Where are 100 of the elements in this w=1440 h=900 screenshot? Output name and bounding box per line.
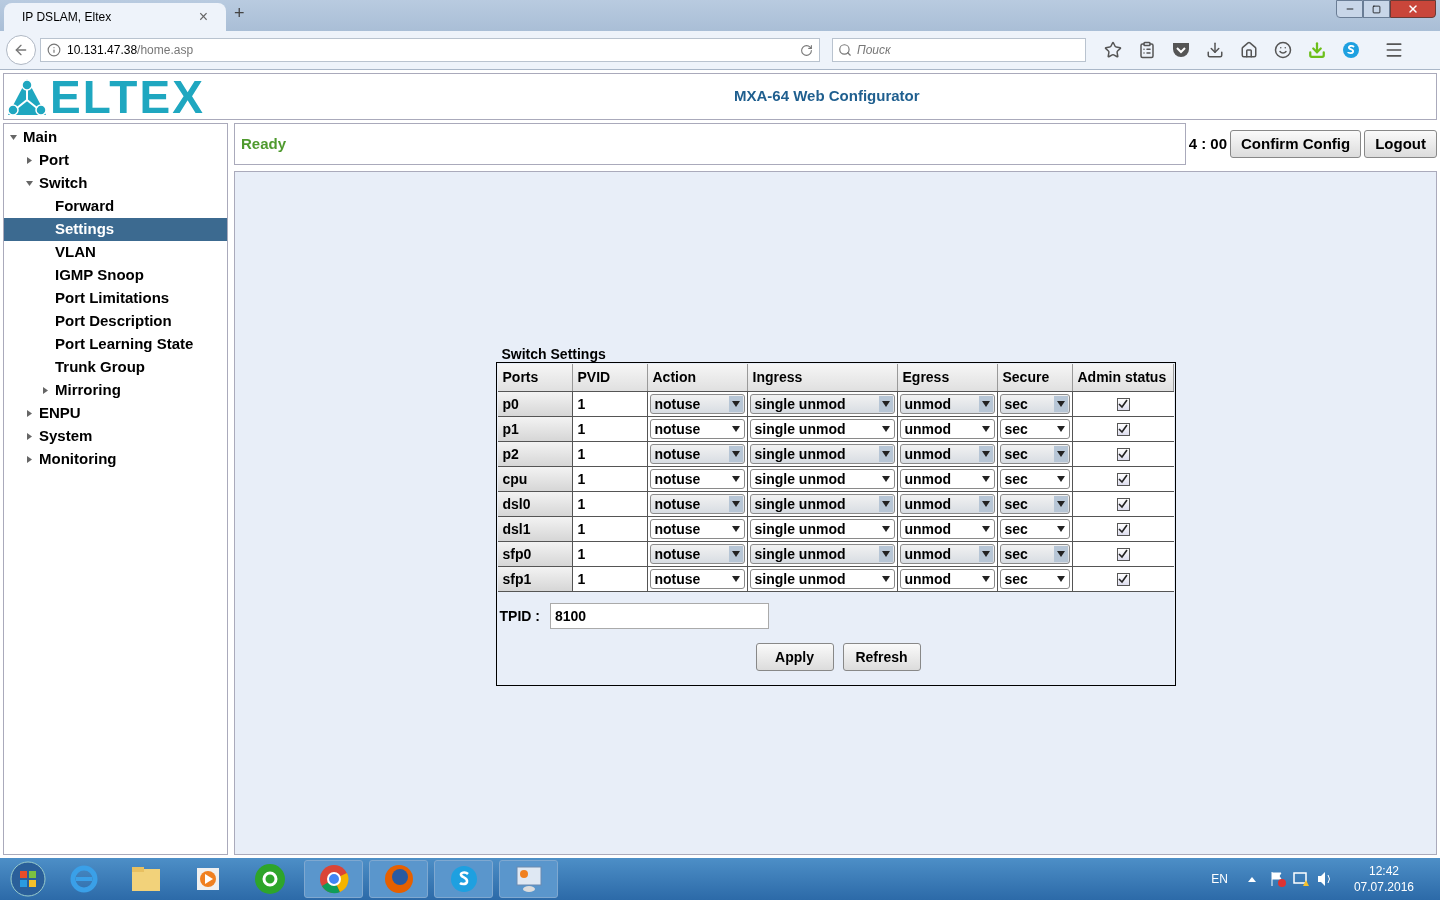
dropdown[interactable]: unmod <box>899 519 995 539</box>
caret-icon <box>978 446 993 462</box>
maximize-button[interactable] <box>1363 0 1390 18</box>
dropdown[interactable]: sec <box>999 519 1070 539</box>
tpid-field[interactable]: 8100 <box>549 603 769 629</box>
browser-tab[interactable]: IP DSLAM, Eltex × <box>4 3 226 31</box>
tree-item[interactable]: Main <box>4 126 227 149</box>
dropdown[interactable]: single unmod <box>749 419 895 439</box>
dropdown[interactable]: single unmod <box>749 494 895 514</box>
skype-icon[interactable] <box>1342 41 1360 59</box>
tree-item[interactable]: Switch <box>4 172 227 195</box>
dropdown[interactable]: unmod <box>899 544 995 564</box>
page-title: MXA-64 Web Configurator <box>734 86 920 107</box>
dropdown[interactable]: single unmod <box>749 544 895 564</box>
admin-status-checkbox[interactable] <box>1116 572 1130 586</box>
collapsed-arrow-icon <box>26 157 33 164</box>
control-panel-icon[interactable] <box>499 860 558 898</box>
network-warning-icon[interactable] <box>1291 871 1310 887</box>
admin-status-checkbox[interactable] <box>1116 472 1130 486</box>
chrome-icon[interactable] <box>304 860 363 898</box>
dropdown[interactable]: unmod <box>899 394 995 414</box>
minimize-button[interactable] <box>1336 0 1363 18</box>
refresh-button[interactable]: Refresh <box>842 643 921 671</box>
dropdown[interactable]: unmod <box>899 469 995 489</box>
dropdown[interactable]: notuse <box>649 419 745 439</box>
dropdown[interactable]: sec <box>999 544 1070 564</box>
dropdown[interactable]: unmod <box>899 419 995 439</box>
home-icon[interactable] <box>1240 41 1258 59</box>
language-indicator[interactable]: EN <box>1211 870 1228 888</box>
new-tab-button[interactable]: + <box>234 0 245 27</box>
admin-status-checkbox[interactable] <box>1116 422 1130 436</box>
close-window-button[interactable] <box>1390 0 1436 18</box>
tree-item[interactable]: Settings <box>4 218 227 241</box>
tree-item[interactable]: VLAN <box>4 241 227 264</box>
dropdown[interactable]: notuse <box>649 469 745 489</box>
close-tab-button[interactable]: × <box>198 5 208 29</box>
reading-list-icon[interactable] <box>1138 41 1156 59</box>
dropdown[interactable]: notuse <box>649 444 745 464</box>
dropdown[interactable]: unmod <box>899 444 995 464</box>
dropdown[interactable]: single unmod <box>749 569 895 589</box>
tree-item[interactable]: Forward <box>4 195 227 218</box>
column-header: Secure <box>997 364 1073 391</box>
dropdown[interactable]: sec <box>999 419 1070 439</box>
column-header: Ingress <box>747 364 898 391</box>
apply-button[interactable]: Apply <box>755 643 834 671</box>
dropdown[interactable]: sec <box>999 394 1070 414</box>
caret-icon <box>878 446 893 462</box>
dropdown[interactable]: unmod <box>899 494 995 514</box>
dropdown[interactable]: notuse <box>649 394 745 414</box>
dropdown[interactable]: single unmod <box>749 519 895 539</box>
dropdown[interactable]: notuse <box>649 519 745 539</box>
confirm-config-button[interactable]: Confirm Config <box>1230 130 1362 158</box>
bookmark-star-icon[interactable] <box>1104 41 1122 59</box>
dropdown[interactable]: sec <box>999 444 1070 464</box>
back-button[interactable] <box>6 35 36 65</box>
dropdown[interactable]: notuse <box>649 544 745 564</box>
tree-item[interactable]: Mirroring <box>4 379 227 402</box>
dropdown[interactable]: single unmod <box>749 469 895 489</box>
dropdown[interactable]: single unmod <box>749 394 895 414</box>
tree-item[interactable]: Trunk Group <box>4 356 227 379</box>
dropdown[interactable]: notuse <box>649 494 745 514</box>
pvid-cell: 1 <box>572 467 648 491</box>
clock[interactable]: 12:42 07.07.2016 <box>1353 863 1414 895</box>
tree-item[interactable]: IGMP Snoop <box>4 264 227 287</box>
tree-item[interactable]: System <box>4 425 227 448</box>
tree-item[interactable]: Port Learning State <box>4 333 227 356</box>
admin-status-checkbox[interactable] <box>1116 447 1130 461</box>
tree-item[interactable]: Port <box>4 149 227 172</box>
dropdown[interactable]: notuse <box>649 569 745 589</box>
tree-item[interactable]: Port Limitations <box>4 287 227 310</box>
menu-icon[interactable] <box>1384 40 1404 60</box>
download-icon[interactable] <box>1206 41 1224 59</box>
logout-button[interactable]: Logout <box>1364 130 1437 158</box>
dropdown[interactable]: sec <box>999 469 1070 489</box>
section-title: Switch Settings <box>500 345 607 362</box>
port-name: sfp1 <box>497 567 573 591</box>
skype-icon[interactable] <box>434 860 493 898</box>
address-bar[interactable]: 10.131.47.38/home.asp <box>40 38 820 62</box>
admin-status-checkbox[interactable] <box>1116 522 1130 536</box>
dropdown[interactable]: sec <box>999 494 1070 514</box>
reload-icon[interactable] <box>800 43 813 57</box>
tree-item[interactable]: Monitoring <box>4 448 227 471</box>
dropdown[interactable]: sec <box>999 569 1070 589</box>
expanded-arrow-icon <box>26 180 33 187</box>
smiley-icon[interactable] <box>1274 41 1292 59</box>
show-hidden-icons-icon[interactable] <box>1247 876 1256 882</box>
firefox-icon[interactable] <box>369 860 428 898</box>
port-name: sfp0 <box>497 542 573 566</box>
dropdown[interactable]: unmod <box>899 569 995 589</box>
search-field[interactable]: Поиск <box>832 38 1086 62</box>
action-center-flag-icon[interactable] <box>1269 871 1286 887</box>
admin-status-checkbox[interactable] <box>1116 547 1130 561</box>
caret-icon <box>728 496 743 512</box>
pocket-icon[interactable] <box>1172 42 1190 58</box>
pvid-cell: 1 <box>572 492 648 516</box>
tree-item[interactable]: ENPU <box>4 402 227 425</box>
tree-item[interactable]: Port Description <box>4 310 227 333</box>
dropdown[interactable]: single unmod <box>749 444 895 464</box>
admin-status-checkbox[interactable] <box>1116 497 1130 511</box>
admin-status-checkbox[interactable] <box>1116 397 1130 411</box>
